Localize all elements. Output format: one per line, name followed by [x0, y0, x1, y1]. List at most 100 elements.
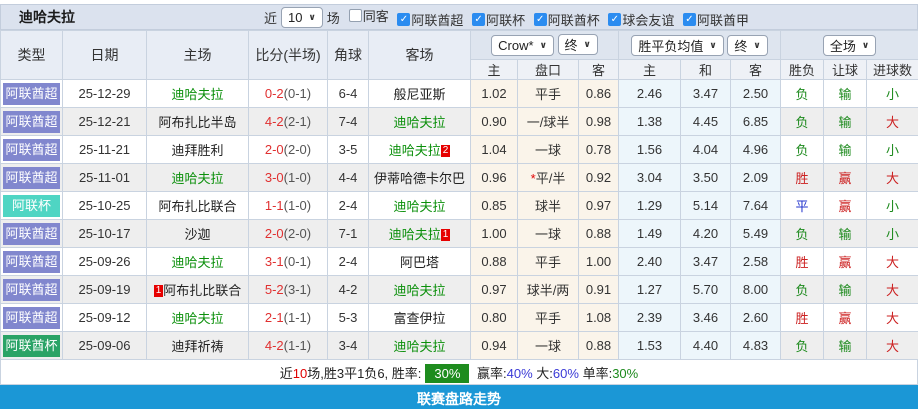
handicap-cell: 球半/两 — [517, 275, 579, 304]
recent-suffix-label: 场 — [326, 10, 340, 26]
result-goals-cell: 大 — [866, 275, 918, 304]
table-row: 阿联酋超 25-12-21 阿布扎比半岛 4-2(2-1) 7-4 迪哈夫拉 0… — [0, 107, 918, 136]
away-team-cell[interactable]: 迪哈夫拉 — [368, 331, 471, 360]
asian-away-odds-cell: 0.88 — [578, 219, 619, 248]
league-filter[interactable]: ✓ 阿联酋甲 — [682, 10, 749, 29]
away-team-cell[interactable]: 迪哈夫拉 1 — [368, 219, 471, 248]
checkbox-icon: ✓ — [682, 12, 696, 26]
corners-cell: 2-4 — [327, 247, 369, 276]
away-team-cell[interactable]: 迪哈夫拉 2 — [368, 135, 471, 164]
handicap-cell: 球半 — [517, 191, 579, 220]
league-badge[interactable]: 阿联杯 — [3, 194, 60, 217]
away-team-name: 迪哈夫拉 — [393, 115, 446, 130]
result-goals-cell: 大 — [866, 163, 918, 192]
away-team-cell[interactable]: 般尼亚斯 — [368, 79, 471, 108]
league-badge[interactable]: 阿联酋超 — [3, 166, 60, 189]
match-date-cell: 25-10-25 — [62, 191, 147, 220]
home-team-cell[interactable]: 迪哈夫拉 — [146, 303, 249, 332]
filter-label: 阿联酋甲 — [696, 12, 749, 28]
away-team-name: 迪哈夫拉 — [393, 339, 446, 354]
score-cell[interactable]: 1-1(1-0) — [248, 191, 328, 220]
league-badge[interactable]: 阿联酋超 — [3, 110, 60, 133]
fulltime-score: 0-2 — [264, 86, 284, 101]
home-team-cell[interactable]: 迪哈夫拉 — [146, 79, 249, 108]
score-cell[interactable]: 3-1(0-1) — [248, 247, 328, 276]
handicap-cell: 平手 — [517, 247, 579, 276]
summary-segment: 30% — [612, 365, 639, 381]
handicap-cell: 一球 — [517, 331, 579, 360]
euro-away-odds-cell: 2.50 — [729, 79, 782, 108]
note-badge: 1 — [440, 229, 451, 241]
score-cell[interactable]: 4-2(2-1) — [248, 107, 328, 136]
away-team-cell[interactable]: 伊蒂哈德卡尔巴 — [368, 163, 471, 192]
euro-odds-time-select[interactable]: 终 ∨ — [727, 34, 768, 56]
home-team-cell[interactable]: 阿布扎比半岛 — [146, 107, 249, 136]
league-badge[interactable]: 阿联酋超 — [3, 278, 60, 301]
league-filter[interactable]: ✓ 阿联酋杯 — [533, 10, 600, 29]
asian-home-odds-cell: 0.88 — [470, 247, 518, 276]
home-team-cell[interactable]: 迪哈夫拉 — [146, 247, 249, 276]
euro-draw-odds-cell: 3.47 — [680, 79, 731, 108]
away-team-cell[interactable]: 富查伊拉 — [368, 303, 471, 332]
score-cell[interactable]: 2-0(2-0) — [248, 135, 328, 164]
league-filter[interactable]: ✓ 阿联酋超 — [397, 10, 463, 29]
asian-odds-time-select[interactable]: 终 ∨ — [557, 34, 598, 55]
handicap-cell: 一球 — [517, 135, 579, 164]
asian-home-odds-cell: 1.04 — [470, 135, 518, 164]
euro-away-odds-cell: 6.85 — [729, 107, 782, 136]
result-handicap-cell: 输 — [823, 275, 868, 304]
corners-cell: 7-4 — [327, 107, 369, 136]
column-header-asian-away: 客 — [578, 59, 619, 80]
league-badge[interactable]: 阿联酋超 — [3, 138, 60, 161]
score-cell[interactable]: 4-2(1-1) — [248, 331, 328, 360]
away-team-cell[interactable]: 迪哈夫拉 — [368, 107, 471, 136]
league-badge[interactable]: 阿联酋超 — [3, 222, 60, 245]
match-type-cell: 阿联酋超 — [0, 303, 63, 332]
result-handicap-cell: 输 — [823, 79, 868, 108]
summary-segment: 40% — [506, 365, 533, 381]
home-team-cell[interactable]: 迪拜胜利 — [146, 135, 249, 164]
recent-matches-value: 10 — [287, 9, 303, 25]
home-team-cell[interactable]: 迪拜祈祷 — [146, 331, 249, 360]
score-cell[interactable]: 0-2(0-1) — [248, 79, 328, 108]
home-team-cell[interactable]: 阿布扎比联合 — [146, 191, 249, 220]
home-team-cell[interactable]: 沙迦 — [146, 219, 249, 248]
away-team-name: 般尼亚斯 — [393, 87, 446, 102]
recent-matches-select[interactable]: 10 ∨ — [280, 6, 323, 28]
summary-segment: 赢率: — [473, 365, 507, 381]
league-filter[interactable]: 同客 — [348, 6, 389, 25]
corners-cell: 2-4 — [327, 191, 369, 220]
league-filter[interactable]: ✓ 球会友谊 — [608, 10, 674, 29]
result-handicap-cell: 输 — [823, 107, 868, 136]
bookmaker-select[interactable]: Crow* ∨ — [491, 35, 554, 56]
column-header-result-handicap: 让球 — [823, 59, 868, 80]
euro-odds-group-header: 胜平负均值 ∨ 终 ∨ — [617, 30, 782, 60]
euro-odds-mode-select[interactable]: 胜平负均值 ∨ — [631, 34, 724, 56]
score-cell[interactable]: 3-0(1-0) — [248, 163, 328, 192]
match-type-cell: 阿联酋超 — [0, 79, 63, 108]
column-header-result-goals: 进球数 — [866, 59, 918, 80]
fulltime-score: 2-0 — [264, 226, 284, 241]
home-team-name: 阿布扎比联合 — [163, 283, 242, 298]
home-team-cell[interactable]: 迪哈夫拉 — [146, 163, 249, 192]
away-team-cell[interactable]: 迪哈夫拉 — [368, 191, 471, 220]
league-badge[interactable]: 阿联酋超 — [3, 250, 60, 273]
home-team-cell[interactable]: 1 阿布扎比联合 — [146, 275, 249, 304]
column-header-home: 主场 — [146, 30, 249, 80]
away-team-cell[interactable]: 迪哈夫拉 — [368, 275, 471, 304]
result-wdl-cell: 负 — [780, 331, 825, 360]
result-group-header: 全场 ∨ — [780, 30, 918, 60]
table-row: 阿联酋超 25-12-29 迪哈夫拉 0-2(0-1) 6-4 般尼亚斯 1.0… — [0, 79, 918, 108]
league-badge[interactable]: 阿联酋超 — [3, 306, 60, 329]
league-filter[interactable]: ✓ 阿联杯 — [472, 10, 525, 29]
score-cell[interactable]: 2-1(1-1) — [248, 303, 328, 332]
scope-select[interactable]: 全场 ∨ — [822, 34, 877, 56]
league-badge[interactable]: 阿联酋杯 — [3, 334, 60, 357]
away-team-cell[interactable]: 阿巴塔 — [368, 247, 471, 276]
league-trend-link[interactable]: 联赛盘路走势 — [0, 385, 918, 409]
score-cell[interactable]: 2-0(2-0) — [248, 219, 328, 248]
table-row: 阿联酋超 25-09-26 迪哈夫拉 3-1(0-1) 2-4 阿巴塔 0.88… — [0, 247, 918, 276]
league-badge[interactable]: 阿联酋超 — [3, 82, 60, 105]
match-type-cell: 阿联酋杯 — [0, 331, 63, 360]
score-cell[interactable]: 5-2(3-1) — [248, 275, 328, 304]
